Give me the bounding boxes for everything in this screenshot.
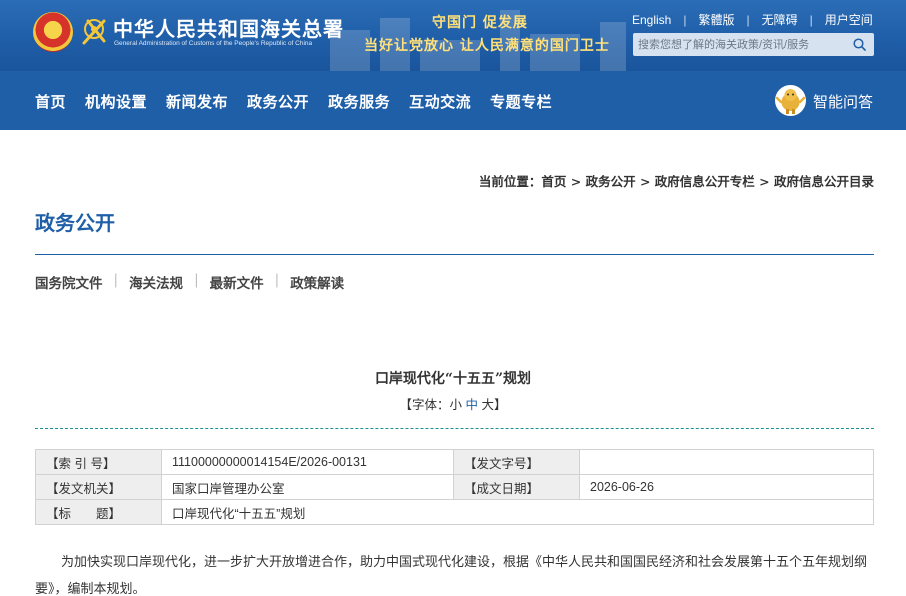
breadcrumb-separator: > [754, 174, 774, 189]
section-divider [35, 254, 874, 255]
breadcrumb-separator: > [635, 174, 655, 189]
ai-assistant-mascot-icon[interactable] [775, 85, 806, 116]
breadcrumb: 当前位置：首页 > 政务公开 > 政府信息公开专栏 > 政府信息公开目录 [479, 171, 874, 190]
font-size-medium-link[interactable]: 中 [465, 398, 478, 412]
subnav-item-latest-docs[interactable]: 最新文件 [210, 272, 264, 292]
index-number-label: 【索 引 号】 [35, 449, 162, 475]
title-value: 口岸现代化“十五五”规划 [161, 499, 874, 525]
title-label: 【标 题】 [35, 499, 162, 525]
section-title: 政务公开 [35, 211, 115, 235]
breadcrumb-item-info-column[interactable]: 政府信息公开专栏 [655, 174, 755, 189]
dashed-divider [35, 428, 874, 429]
site-subtitle: General Administration of Customs of the… [114, 40, 313, 47]
traditional-chinese-link[interactable]: 繁體版 [698, 11, 734, 28]
breadcrumb-prefix: 当前位置： [478, 174, 542, 189]
user-space-link[interactable]: 用户空间 [825, 11, 873, 28]
font-size-selector: 【字体：小 中 大】 [0, 394, 906, 413]
font-size-prefix: 【字体： [399, 398, 450, 412]
slogan-line-2: 当好让党放心 让人民满意的国门卫士 [364, 38, 610, 54]
document-number-label: 【发文字号】 [453, 449, 580, 475]
document-number-value [579, 449, 874, 475]
subnav-separator: | [113, 272, 119, 288]
link-separator: | [809, 12, 813, 27]
document-title: 口岸现代化“十五五”规划 [374, 371, 532, 387]
date-value: 2026-06-26 [579, 474, 874, 500]
site-header: 中华人民共和国海关总署 General Administration of Cu… [0, 0, 906, 71]
slogan-line-1: 守国门 促发展 [432, 15, 528, 31]
table-row: 【索 引 号】 11100000000014154E/2026-00131 【发… [35, 449, 874, 475]
breadcrumb-item-info-catalog[interactable]: 政府信息公开目录 [774, 174, 874, 189]
search-icon[interactable] [853, 38, 866, 51]
nav-item-home[interactable]: 首页 [35, 91, 66, 112]
subnav-item-state-council-docs[interactable]: 国务院文件 [35, 272, 103, 292]
top-links: English | 繁體版 | 无障碍 | 用户空间 [632, 11, 873, 28]
search-box [633, 33, 874, 57]
table-row: 【发文机关】 国家口岸管理办公室 【成文日期】 2026-06-26 [35, 474, 874, 500]
link-separator: | [746, 12, 750, 27]
link-separator: | [683, 12, 687, 27]
nav-item-services[interactable]: 政务服务 [328, 91, 390, 112]
subnav-item-customs-regulations[interactable]: 海关法规 [129, 272, 183, 292]
subnav-item-policy-interpretation[interactable]: 政策解读 [290, 272, 344, 292]
nav-item-government-affairs[interactable]: 政务公开 [247, 91, 309, 112]
subnav-separator: | [274, 272, 280, 288]
font-size-suffix: 】 [494, 398, 507, 412]
national-emblem-icon[interactable] [33, 12, 73, 52]
issuer-value: 国家口岸管理办公室 [161, 474, 454, 500]
sub-nav: 国务院文件 | 海关法规 | 最新文件 | 政策解读 [35, 272, 344, 292]
breadcrumb-item-home[interactable]: 首页 [541, 174, 566, 189]
breadcrumb-item-government-affairs[interactable]: 政务公开 [586, 174, 636, 189]
nav-item-interaction[interactable]: 互动交流 [409, 91, 471, 112]
font-size-small-link[interactable]: 小 [449, 398, 462, 412]
site-title[interactable]: 中华人民共和国海关总署 [113, 13, 344, 42]
nav-item-topics[interactable]: 专题专栏 [490, 91, 552, 112]
ai-assistant-link[interactable]: 智能问答 [813, 91, 873, 112]
document-meta-table: 【索 引 号】 11100000000014154E/2026-00131 【发… [35, 449, 874, 525]
nav-item-news[interactable]: 新闻发布 [166, 91, 228, 112]
issuer-label: 【发文机关】 [35, 474, 162, 500]
nav-item-organization[interactable]: 机构设置 [85, 91, 147, 112]
english-link[interactable]: English [632, 13, 671, 27]
breadcrumb-separator: > [566, 174, 586, 189]
main-nav: 首页 机构设置 新闻发布 政务公开 政务服务 互动交流 专题专栏 [0, 71, 906, 130]
document-paragraph: 为加快实现口岸现代化，进一步扩大开放增进合作，助力中国式现代化建设，根据《中华人… [35, 554, 868, 596]
date-label: 【成文日期】 [453, 474, 580, 500]
search-input[interactable] [633, 33, 843, 57]
customs-badge-icon[interactable] [78, 15, 110, 49]
accessibility-link[interactable]: 无障碍 [762, 11, 798, 28]
font-size-large-link[interactable]: 大 [481, 398, 494, 412]
table-row: 【标 题】 口岸现代化“十五五”规划 [35, 499, 874, 525]
subnav-separator: | [194, 272, 199, 288]
index-number-value: 11100000000014154E/2026-00131 [161, 449, 454, 475]
